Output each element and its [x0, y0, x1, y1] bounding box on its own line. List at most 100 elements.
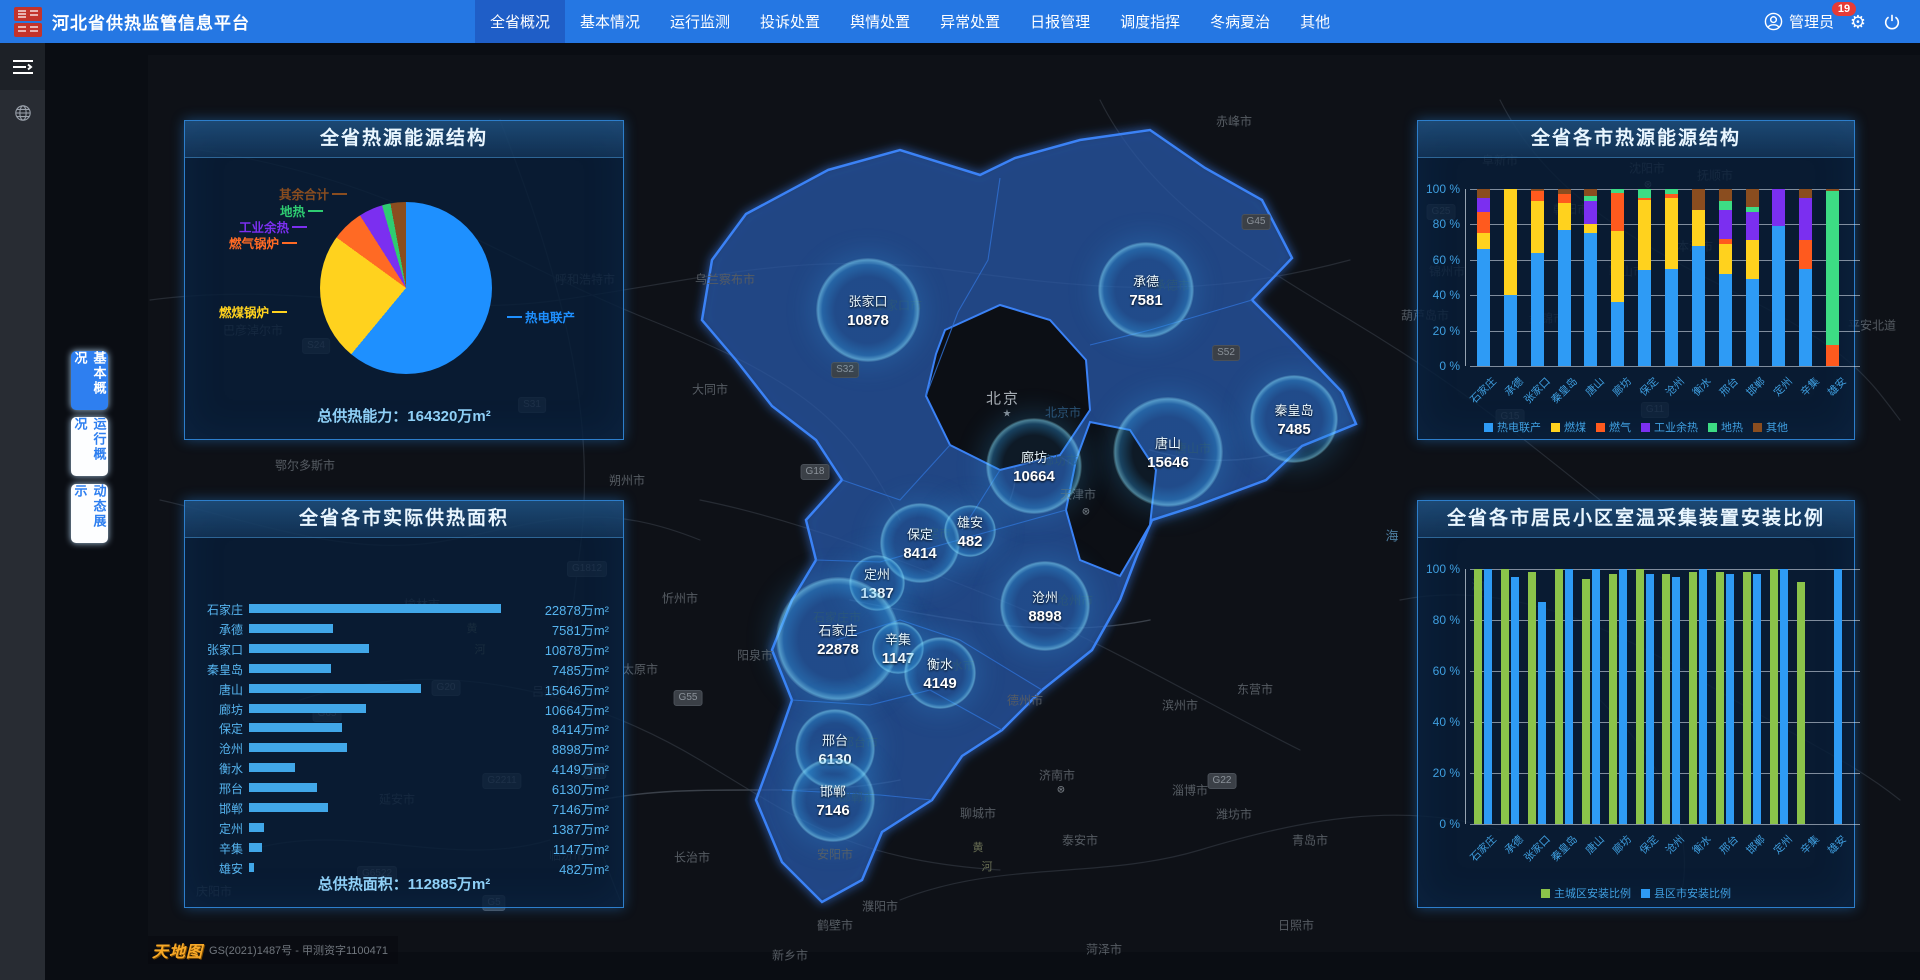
legend-label: 燃煤: [1564, 419, 1586, 435]
panel-title: 全省热源能源结构: [185, 121, 623, 158]
city-bubble-秦皇岛[interactable]: 秦皇岛 7485: [1250, 375, 1338, 463]
pie-label-text: 地热: [280, 201, 305, 220]
map-attribution: 天地图 GS(2021)1487号 - 甲测资字1100471: [148, 936, 398, 964]
bar-邢台-燃煤: [1719, 244, 1732, 274]
bar-定州-主城区安装比例: [1770, 569, 1778, 824]
bar-邢台-地热: [1719, 201, 1732, 210]
panel-city-energy-structure: 全省各市热源能源结构 0 %20 %40 %60 %80 %100 %石家庄承德…: [1417, 120, 1855, 440]
bar-邯郸-县区市安装比例: [1753, 574, 1761, 824]
bar-廊坊-燃气: [1611, 193, 1624, 232]
y-tick-label: 60 %: [1418, 253, 1460, 267]
side-button-运行概况[interactable]: 运行概况: [71, 417, 108, 476]
bar-邯郸-工业余热: [1746, 212, 1759, 240]
bar-雄安-县区市安装比例: [1834, 569, 1842, 824]
legend-item-县区市安装比例: 县区市安装比例: [1641, 885, 1731, 901]
city-bubble-承德[interactable]: 承德7581: [1098, 242, 1194, 338]
row-city-label: 秦皇岛: [185, 661, 243, 678]
legend-item-热电联产: 热电联产: [1484, 419, 1541, 435]
nav-tab-运行监测[interactable]: 运行监测: [655, 0, 745, 43]
nav-tab-异常处置[interactable]: 异常处置: [925, 0, 1015, 43]
dashboard-root: 北京★北京市天津市⊛张家口市承德市唐山市廊坊市保定市石家庄市衡水市沧州市邢台市邯…: [0, 0, 1920, 980]
bar-承德-燃煤: [1504, 189, 1517, 295]
city-bubble-廊坊[interactable]: 廊坊10664: [986, 418, 1082, 514]
row-value: 7146万m²: [499, 799, 609, 818]
panel-heating-area: 全省各市实际供热面积 石家庄22878万m²承德7581万m²张家口10878万…: [184, 500, 624, 908]
chart-legend: 主城区安装比例县区市安装比例: [1418, 885, 1854, 901]
row-value: 22878万m²: [499, 600, 609, 619]
nav-tab-投诉处置[interactable]: 投诉处置: [745, 0, 835, 43]
nav-tab-调度指挥[interactable]: 调度指挥: [1105, 0, 1195, 43]
pie-disc: [320, 202, 492, 374]
menu-toggle[interactable]: [0, 43, 45, 90]
row-bar: [249, 843, 262, 852]
bubble-city-value: 7581: [1129, 292, 1162, 309]
total-capacity: 总供热能力：164320万m²: [185, 405, 623, 426]
city-bubble-唐山[interactable]: 唐山15646: [1113, 397, 1223, 507]
bubble-city-name: 雄安: [957, 512, 983, 531]
bubble-city-name: 沧州: [1032, 587, 1058, 606]
legend-item-工业余热: 工业余热: [1641, 419, 1698, 435]
city-bubble-张家口[interactable]: 张家口10878: [816, 258, 920, 362]
nav-tab-基本情况[interactable]: 基本情况: [565, 0, 655, 43]
power-icon[interactable]: [1882, 12, 1902, 32]
city-bubble-雄安[interactable]: 雄安482: [944, 505, 996, 557]
bar-秦皇岛-燃煤: [1558, 203, 1571, 230]
user-menu[interactable]: 管理员 19: [1764, 11, 1834, 32]
heating-area-row-廊坊: 廊坊10664万m²: [185, 698, 623, 718]
bubble-city-name: 邯郸: [820, 781, 846, 800]
bubble-city-value: 7146: [816, 802, 849, 819]
row-bar: [249, 743, 347, 752]
globe-nav[interactable]: [0, 104, 45, 122]
bar-衡水-县区市安装比例: [1699, 569, 1707, 824]
menu-icon: [12, 59, 34, 75]
bubble-city-value: 7485: [1277, 421, 1310, 438]
bar-衡水-主城区安装比例: [1689, 572, 1697, 824]
bar-邯郸-热电联产: [1746, 279, 1759, 366]
navbar-right: 管理员 19 ⚙: [1764, 11, 1902, 32]
side-button-动态展示[interactable]: 动态展示: [71, 484, 108, 543]
bubble-city-name: 石家庄: [818, 620, 857, 639]
heating-area-row-沧州: 沧州8898万m²: [185, 737, 623, 757]
legend-item-其他: 其他: [1753, 419, 1788, 435]
nav-tab-日报管理[interactable]: 日报管理: [1015, 0, 1105, 43]
app-logo-seal-icon: [14, 7, 42, 37]
bubble-city-name: 邢台: [822, 730, 848, 749]
pie-leader-line: [308, 210, 323, 212]
nav-tab-全省概况[interactable]: 全省概况: [475, 0, 565, 43]
pie-label-燃煤锅炉: 燃煤锅炉: [219, 302, 287, 321]
bar-张家口-燃煤: [1531, 201, 1544, 252]
bar-邯郸-燃煤: [1746, 240, 1759, 279]
top-navbar: 河北省供热监管信息平台 全省概况基本情况运行监测投诉处置舆情处置异常处置日报管理…: [0, 0, 1920, 43]
city-bubble-衡水[interactable]: 衡水4149: [904, 637, 976, 709]
notification-badge[interactable]: 19: [1832, 2, 1856, 16]
city-bubble-邯郸[interactable]: 邯郸 7146: [791, 758, 875, 842]
side-button-基本概况[interactable]: 基本概况: [71, 351, 108, 410]
bar-唐山-其他: [1584, 189, 1597, 196]
nav-tab-冬病夏治[interactable]: 冬病夏治: [1195, 0, 1285, 43]
row-value: 7581万m²: [499, 620, 609, 639]
legend-swatch: [1641, 889, 1650, 898]
bar-石家庄-工业余热: [1477, 198, 1490, 212]
y-tick-label: 100 %: [1418, 182, 1460, 196]
y-tick-label: 40 %: [1418, 288, 1460, 302]
bar-保定-地热: [1638, 189, 1651, 198]
legend-label: 主城区安装比例: [1554, 885, 1631, 901]
left-sidebar: [0, 43, 45, 980]
bubble-city-name: 辛集: [885, 629, 911, 648]
bar-石家庄-燃煤: [1477, 233, 1490, 249]
nav-tab-舆情处置[interactable]: 舆情处置: [835, 0, 925, 43]
main-nav: 全省概况基本情况运行监测投诉处置舆情处置异常处置日报管理调度指挥冬病夏治其他: [475, 0, 1345, 43]
y-tick-label: 20 %: [1418, 324, 1460, 338]
row-city-label: 保定: [185, 720, 243, 737]
bar-承德-县区市安装比例: [1511, 577, 1519, 824]
row-city-label: 衡水: [185, 760, 243, 777]
bubble-city-name: 秦皇岛: [1274, 400, 1313, 419]
bar-雄安-地热: [1826, 191, 1839, 345]
bubble-city-value: 10664: [1013, 468, 1055, 485]
row-value: 7485万m²: [499, 660, 609, 679]
row-bar: [249, 664, 331, 673]
city-bubble-沧州[interactable]: 沧州8898: [1000, 561, 1090, 651]
chart-legend: 热电联产燃煤燃气工业余热地热其他: [1418, 419, 1854, 435]
nav-tab-其他[interactable]: 其他: [1285, 0, 1345, 43]
bar-邯郸-主城区安装比例: [1743, 572, 1751, 824]
